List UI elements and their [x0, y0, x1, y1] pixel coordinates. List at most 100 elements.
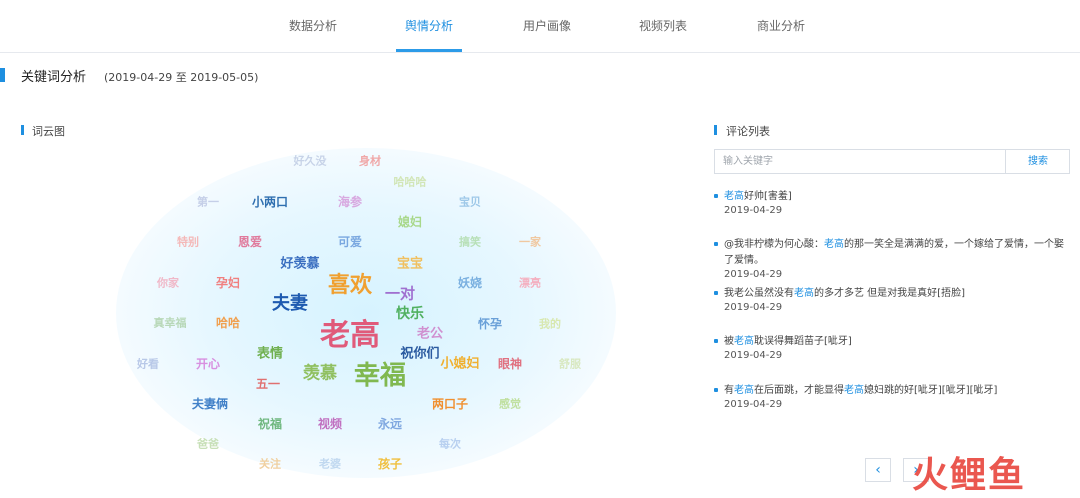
wordcloud-word: 永远: [377, 417, 403, 431]
pager-prev-button[interactable]: ‹: [865, 458, 891, 482]
keyword-highlight: 老高: [794, 288, 814, 299]
wordcloud-word: 老公: [416, 326, 444, 342]
wordcloud-word: 舒服: [559, 357, 581, 371]
wordcloud-word: 喜欢: [327, 273, 373, 298]
wordcloud-word: 老婆: [319, 457, 341, 471]
wordcloud-word: 海参: [337, 195, 363, 209]
wordcloud-word: 祝你们: [400, 346, 440, 362]
wordcloud-word: 爸爸: [197, 437, 219, 451]
wordcloud-word: 可爱: [337, 235, 363, 249]
comment-date: 2019-04-29: [724, 205, 783, 216]
wordcloud-word: 夫妻: [272, 293, 308, 314]
wordcloud-word: 媳妇: [397, 215, 423, 229]
wordcloud-word: 好看: [137, 357, 159, 371]
wordcloud-word: 恩爱: [237, 235, 263, 249]
wordcloud-word: 表情: [256, 346, 284, 362]
wordcloud-word: 妖娆: [457, 276, 483, 290]
tab-video-list[interactable]: 视频列表: [630, 0, 696, 52]
wordcloud-word: 漂亮: [519, 276, 541, 290]
wordcloud-word: 搞笑: [459, 235, 481, 249]
wordcloud-word: 宝贝: [459, 195, 481, 209]
wordcloud-word: 真幸福: [153, 316, 187, 330]
wordcloud-word: 第一: [197, 195, 219, 209]
wordcloud-word: 我的: [539, 317, 561, 331]
wordcloud-word: 快乐: [396, 306, 424, 322]
comment-bullet: [714, 291, 718, 295]
search-box: 搜索: [714, 149, 1070, 174]
wordcloud-word: 一对: [384, 284, 416, 303]
wordcloud-word: 五一: [255, 377, 281, 391]
wordcloud-word: 身材: [359, 154, 381, 168]
comment-item: @我非柠檬为何心酸：老高的那一笑全是满满的爱，一个嫁给了爱情，一个娶了爱情。 20…: [714, 237, 1072, 280]
page-title: 关键词分析: [21, 70, 87, 85]
keyword-search-input[interactable]: [715, 150, 1005, 173]
comment-bullet: [714, 194, 718, 198]
wordcloud-word: 你家: [157, 276, 179, 290]
comment-date: 2019-04-29: [724, 302, 783, 313]
brand-watermark: 火鲤鱼: [912, 455, 1027, 496]
comment-bullet: [714, 388, 718, 392]
comment-text-part: 的多才多艺 但是对我是真好[捂脸]: [814, 288, 965, 299]
comment-bullet: [714, 339, 718, 343]
wordcloud-word: 眼神: [497, 357, 523, 371]
wordcloud-word: 好久没: [293, 154, 327, 168]
comment-text: @我非柠檬为何心酸：老高的那一笑全是满满的爱，一个嫁给了爱情，一个娶了爱情。: [724, 237, 1072, 269]
tab-sentiment-analysis[interactable]: 舆情分析: [396, 0, 462, 52]
tab-business-analysis[interactable]: 商业分析: [748, 0, 814, 52]
comment-text: 我老公虽然没有老高的多才多艺 但是对我是真好[捂脸]: [724, 286, 1072, 302]
wordcloud-word: 宝宝: [396, 256, 424, 272]
comment-text-part: 被: [724, 336, 734, 347]
keyword-highlight: 老高: [734, 336, 754, 347]
top-nav: 数据分析 舆情分析 用户画像 视频列表 商业分析: [0, 0, 1080, 53]
comment-text: 有老高在后面跳，才能显得老高媳妇跳的好[呲牙][呲牙][呲牙]: [724, 383, 1072, 399]
comment-bullet: [714, 242, 718, 246]
keyword-highlight: 老高: [734, 385, 754, 396]
comment-date: 2019-04-29: [724, 399, 783, 410]
wordcloud-word: 孕妇: [215, 276, 241, 290]
wordcloud-background: [116, 148, 616, 478]
wordcloud-word: 好羡慕: [280, 256, 320, 272]
comment-item: 老高好帅[害羞] 2019-04-29: [714, 189, 1072, 216]
wordcloud-word: 小媳妇: [440, 356, 480, 372]
comments-accent-bar: [714, 125, 717, 135]
wordcloud-word: 两口子: [431, 397, 469, 411]
wordcloud-word: 小两口: [251, 195, 289, 209]
wordcloud-word: 视频: [317, 417, 343, 431]
comments-title: 评论列表: [726, 125, 770, 138]
wordcloud-word: 怀孕: [477, 317, 503, 331]
comment-item: 我老公虽然没有老高的多才多艺 但是对我是真好[捂脸] 2019-04-29: [714, 286, 1072, 313]
wordcloud-word: 祝福: [257, 417, 283, 431]
comment-text-part: 在后面跳，才能显得: [754, 385, 844, 396]
date-range: (2019-04-29 至 2019-05-05): [104, 71, 259, 84]
comment-text: 被老高耽误得舞蹈苗子[呲牙]: [724, 334, 1072, 350]
comment-text-part: 耽误得舞蹈苗子[呲牙]: [754, 336, 852, 347]
comment-item: 有老高在后面跳，才能显得老高媳妇跳的好[呲牙][呲牙][呲牙] 2019-04-2…: [714, 383, 1072, 410]
wordcloud-word: 一家: [519, 235, 541, 249]
wordcloud-word: 哈哈哈: [393, 175, 427, 189]
comment-date: 2019-04-29: [724, 269, 783, 280]
wordcloud-word: 老高: [320, 318, 380, 353]
wordcloud-word: 幸福: [353, 361, 407, 391]
search-button[interactable]: 搜索: [1005, 150, 1070, 173]
comment-text: 老高好帅[害羞]: [724, 189, 1072, 205]
comment-text-part: 媳妇跳的好[呲牙][呲牙][呲牙]: [864, 385, 998, 396]
keyword-highlight: 老高: [824, 239, 844, 250]
wordcloud-word: 每次: [439, 437, 461, 451]
wordcloud-word: 哈哈: [215, 316, 241, 330]
keyword-highlight: 老高: [844, 385, 864, 396]
comment-text-part: 好帅[害羞]: [744, 191, 792, 202]
comment-text-part: @我非柠檬为何心酸：: [724, 239, 824, 250]
wordcloud-word: 关注: [259, 457, 281, 471]
wordcloud-word: 羡慕: [303, 363, 337, 384]
wordcloud-word: 开心: [195, 357, 221, 371]
wordcloud-word: 感觉: [499, 397, 521, 411]
comment-text-part: 我老公虽然没有: [724, 288, 794, 299]
comment-item: 被老高耽误得舞蹈苗子[呲牙] 2019-04-29: [714, 334, 1072, 361]
wordcloud-word: 夫妻俩: [191, 397, 229, 411]
tab-data-analysis[interactable]: 数据分析: [280, 0, 346, 52]
active-tab-indicator: [396, 49, 462, 52]
tab-user-profile[interactable]: 用户画像: [514, 0, 580, 52]
wordcloud-word: 孩子: [377, 457, 403, 471]
title-accent-bar: [0, 68, 5, 82]
wordcloud-word: 特别: [177, 235, 199, 249]
